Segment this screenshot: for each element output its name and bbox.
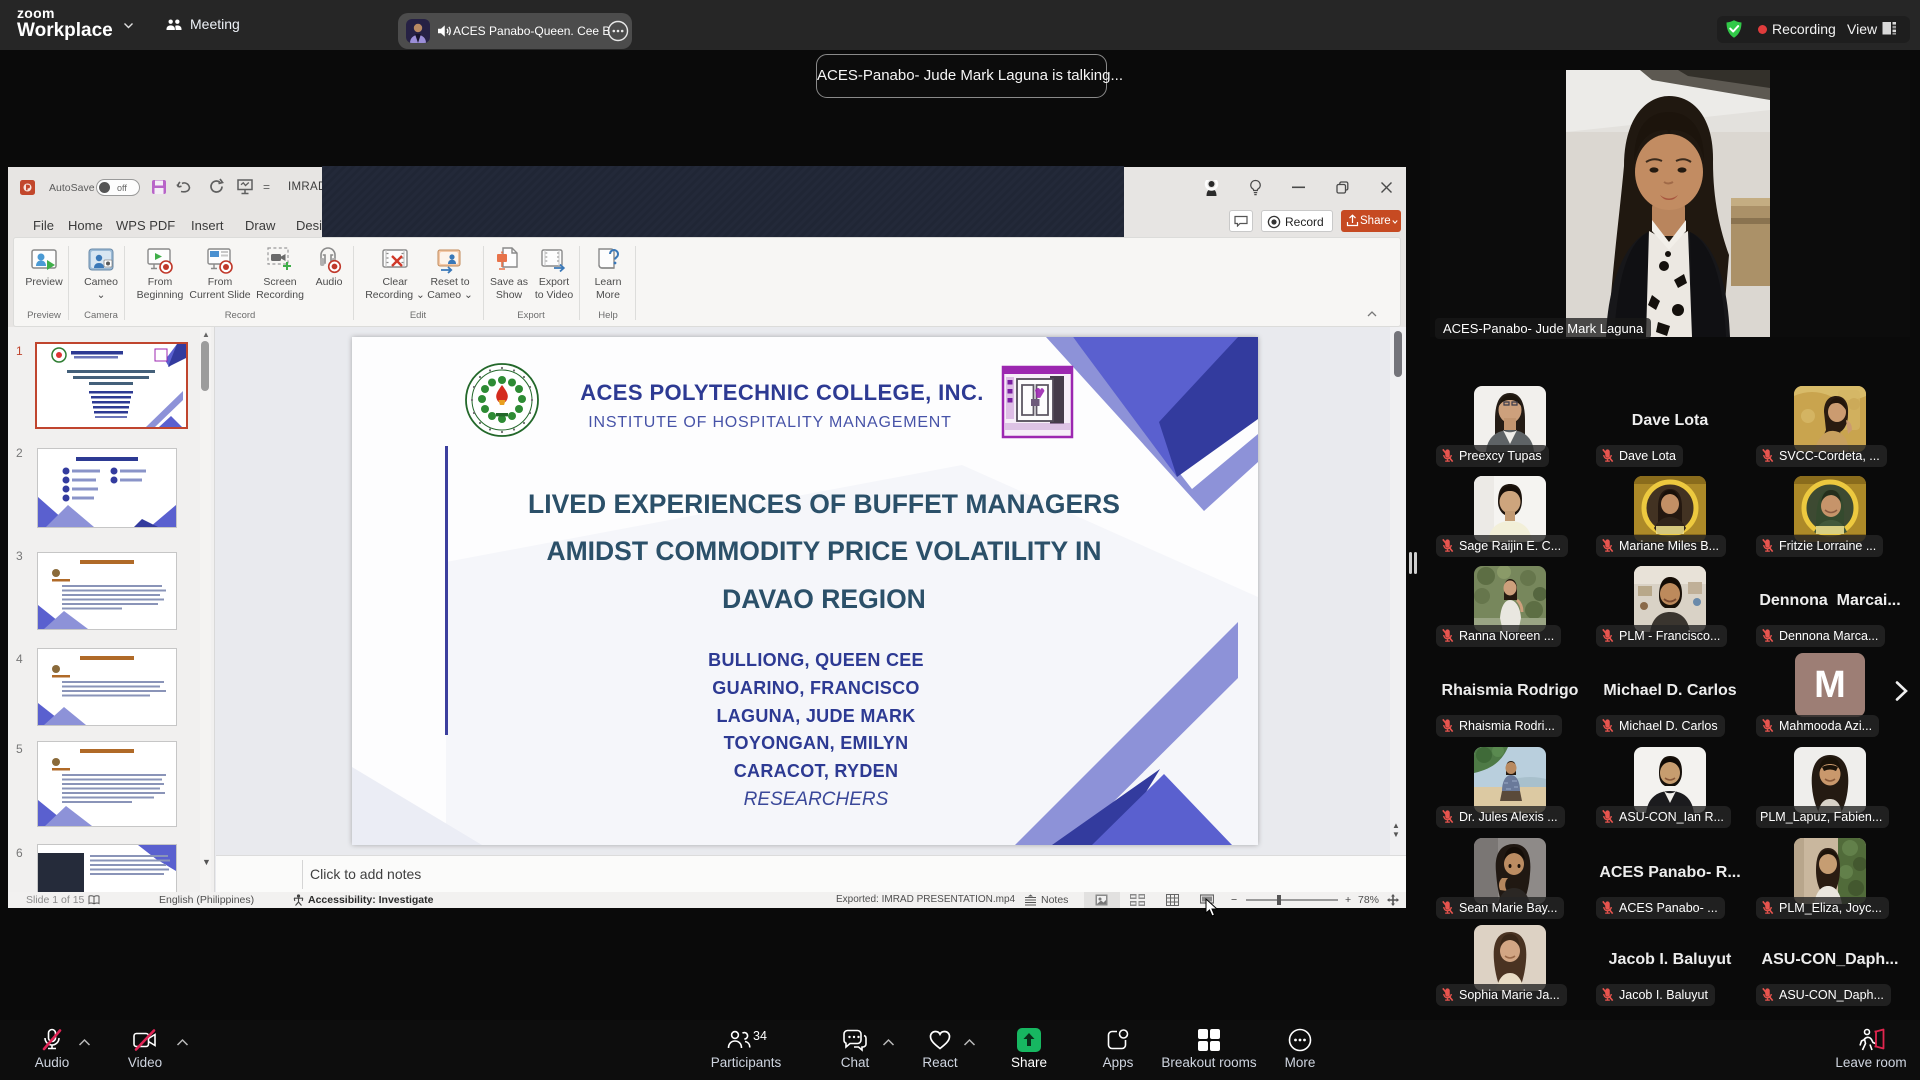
svg-text:AMIDST COMMODITY PRICE VOLATIL: AMIDST COMMODITY PRICE VOLATILITY IN <box>546 536 1101 566</box>
svg-text:BULLIONG, QUEEN CEE: BULLIONG, QUEEN CEE <box>708 650 924 670</box>
svg-text:ACES POLYTECHNIC COLLEGE, INC.: ACES POLYTECHNIC COLLEGE, INC. <box>580 380 984 405</box>
svg-text:TOYONGAN, EMILYN: TOYONGAN, EMILYN <box>724 733 909 753</box>
svg-text:34: 34 <box>753 1029 767 1043</box>
svg-text:CARACOT, RYDEN: CARACOT, RYDEN <box>734 761 899 781</box>
svg-text:RESEARCHERS: RESEARCHERS <box>744 789 889 810</box>
svg-text:DAVAO REGION: DAVAO REGION <box>722 584 926 614</box>
svg-text:GUARINO, FRANCISCO: GUARINO, FRANCISCO <box>712 678 919 698</box>
svg-text:LAGUNA, JUDE MARK: LAGUNA, JUDE MARK <box>716 706 915 726</box>
svg-text:LIVED EXPERIENCES OF BUFFET MA: LIVED EXPERIENCES OF BUFFET MANAGERS <box>528 489 1120 519</box>
svg-text:INSTITUTE OF HOSPITALITY MANAG: INSTITUTE OF HOSPITALITY MANAGEMENT <box>588 414 951 431</box>
